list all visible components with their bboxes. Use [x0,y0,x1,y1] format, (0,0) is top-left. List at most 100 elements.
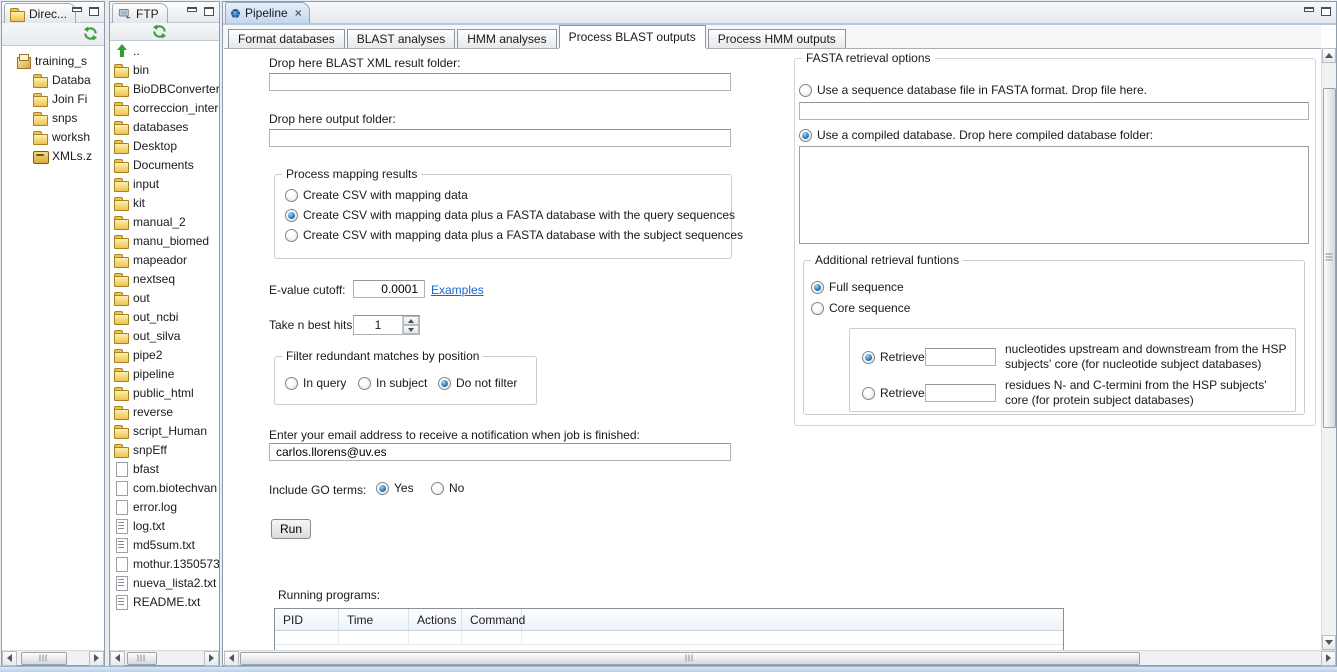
tree-item[interactable]: Databa [2,70,104,89]
list-item[interactable]: md5sum.txt [110,535,219,554]
run-button[interactable]: Run [271,519,311,539]
list-item[interactable]: pipe2 [110,345,219,364]
scroll-thumb[interactable] [240,652,1140,665]
radio-icon[interactable] [285,229,298,242]
list-item[interactable]: log.txt [110,516,219,535]
scroll-thumb[interactable] [1323,88,1336,428]
maximize-icon[interactable] [204,7,214,16]
tree-item[interactable]: XMLs.z [2,146,104,165]
list-item[interactable]: pipeline [110,364,219,383]
radio-icon[interactable] [799,84,812,97]
radio-icon[interactable] [285,189,298,202]
radio-icon[interactable] [862,387,875,400]
stepper-up-icon[interactable] [403,316,419,325]
refresh-icon[interactable] [83,26,98,41]
list-item[interactable]: BioDBConverter [110,79,219,98]
list-item[interactable]: manual_2 [110,212,219,231]
scroll-right-arrow[interactable] [89,651,104,666]
blast-xml-drop-field[interactable] [269,73,731,91]
radio-option-go-no[interactable]: No [431,481,464,495]
tab-format-databases[interactable]: Format databases [228,29,345,48]
evalue-field[interactable] [353,280,425,298]
list-item[interactable]: manu_biomed [110,231,219,250]
radio-icon[interactable] [285,377,298,390]
tab-pipeline[interactable]: Pipeline × [225,2,310,23]
radio-option-go-yes[interactable]: Yes [376,481,414,495]
radio-option-csv-fasta-query[interactable]: Create CSV with mapping data plus a FAST… [285,208,735,222]
best-hits-stepper[interactable]: 1 [353,315,420,335]
list-item[interactable]: mothur.1350573 [110,554,219,573]
compiled-db-drop-area[interactable] [799,146,1309,244]
minimize-icon[interactable] [72,7,82,12]
list-item[interactable]: snpEff [110,440,219,459]
list-item[interactable]: bin [110,60,219,79]
scroll-right-arrow[interactable] [204,651,219,666]
examples-link[interactable]: Examples [431,283,484,297]
retrieve-nucleotides-field[interactable] [925,348,996,366]
tab-directory[interactable]: Direc... [4,3,76,23]
radio-option-retrieve-residues[interactable]: Retrieve [862,386,925,400]
list-item[interactable]: out [110,288,219,307]
tab-process-blast-outputs[interactable]: Process BLAST outputs [559,25,706,48]
radio-option-csv[interactable]: Create CSV with mapping data [285,188,468,202]
scroll-up-arrow[interactable] [1322,48,1336,63]
scroll-left-arrow[interactable] [110,651,125,666]
output-folder-drop-field[interactable] [269,129,731,147]
editor-hscrollbar[interactable] [224,650,1336,665]
list-item[interactable]: correccion_inter [110,98,219,117]
list-item[interactable]: Documents [110,155,219,174]
list-item[interactable]: script_Human [110,421,219,440]
radio-option-fasta-file[interactable]: Use a sequence database file in FASTA fo… [799,83,1147,97]
table-column-header[interactable]: Command [462,609,522,630]
tree-item[interactable]: Join Fi [2,89,104,108]
list-item[interactable]: mapeador [110,250,219,269]
scroll-left-arrow[interactable] [224,651,239,666]
scroll-thumb[interactable] [127,652,157,665]
list-item[interactable]: README.txt [110,592,219,611]
close-icon[interactable]: × [293,6,302,20]
tab-blast-analyses[interactable]: BLAST analyses [347,29,456,48]
radio-option-retrieve-nucleotides[interactable]: Retrieve [862,350,925,364]
list-item[interactable]: .. [110,41,219,60]
table-column-header[interactable]: Time [339,609,409,630]
list-item[interactable]: Desktop [110,136,219,155]
tree-item[interactable]: snps [2,108,104,127]
radio-icon[interactable] [285,209,298,222]
scroll-down-arrow[interactable] [1322,635,1336,650]
list-item[interactable]: nextseq [110,269,219,288]
radio-option-csv-fasta-subject[interactable]: Create CSV with mapping data plus a FAST… [285,228,743,242]
fasta-file-drop-field[interactable] [799,102,1309,120]
tab-hmm-analyses[interactable]: HMM analyses [457,29,556,48]
tab-ftp[interactable]: FTP [112,3,168,23]
list-item[interactable]: out_silva [110,326,219,345]
editor-vscrollbar[interactable] [1321,48,1336,650]
radio-option-full-sequence[interactable]: Full sequence [811,280,904,294]
list-item[interactable]: kit [110,193,219,212]
tree-item-root[interactable]: training_s [2,51,104,70]
radio-icon[interactable] [799,129,812,142]
maximize-icon[interactable] [1321,7,1331,16]
maximize-icon[interactable] [89,7,99,16]
tab-process-hmm-outputs[interactable]: Process HMM outputs [708,29,846,48]
list-item[interactable]: reverse [110,402,219,421]
table-column-header[interactable]: Actions [409,609,462,630]
radio-option-do-not-filter[interactable]: Do not filter [438,376,517,390]
radio-icon[interactable] [862,351,875,364]
list-item[interactable]: public_html [110,383,219,402]
radio-icon[interactable] [438,377,451,390]
radio-icon[interactable] [431,482,444,495]
list-item[interactable]: databases [110,117,219,136]
table-column-header[interactable]: PID [275,609,339,630]
list-item[interactable]: out_ncbi [110,307,219,326]
email-field[interactable] [269,443,731,461]
minimize-icon[interactable] [1304,7,1314,12]
tree-item[interactable]: worksh [2,127,104,146]
scroll-left-arrow[interactable] [2,651,17,666]
radio-option-compiled-db[interactable]: Use a compiled database. Drop here compi… [799,128,1153,142]
radio-icon[interactable] [376,482,389,495]
list-item[interactable]: com.biotechvan [110,478,219,497]
radio-option-in-query[interactable]: In query [285,376,346,390]
retrieve-residues-field[interactable] [925,384,996,402]
radio-option-core-sequence[interactable]: Core sequence [811,301,910,315]
list-item[interactable]: error.log [110,497,219,516]
